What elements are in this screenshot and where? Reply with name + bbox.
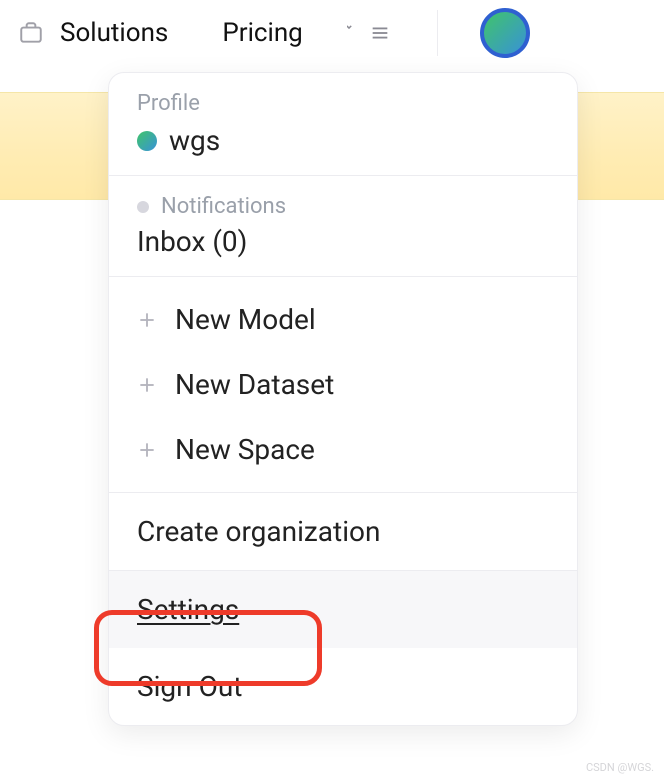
top-navbar: Solutions Pricing — [0, 0, 664, 66]
watermark: CSDN @WGS. — [586, 761, 654, 774]
inbox-label: Inbox — [137, 225, 205, 258]
divider — [437, 10, 438, 56]
settings-item[interactable]: Settings — [109, 571, 577, 648]
menu-item-label: New Space — [175, 433, 315, 466]
new-dataset-item[interactable]: New Dataset — [109, 352, 577, 417]
menu-item-label: Sign Out — [137, 670, 242, 703]
profile-section-label: Profile — [137, 91, 549, 116]
notifications-section-label: Notifications — [161, 194, 286, 219]
profile-link[interactable]: wgs — [137, 124, 549, 157]
nav-pricing[interactable]: Pricing — [216, 14, 308, 52]
user-dropdown: Profile wgs Notifications Inbox (0) — [108, 72, 578, 726]
plus-icon — [137, 440, 157, 460]
new-model-item[interactable]: New Model — [109, 287, 577, 352]
new-space-item[interactable]: New Space — [109, 417, 577, 482]
menu-item-label: New Dataset — [175, 368, 334, 401]
notification-dot-icon — [137, 201, 149, 213]
menu-item-label: Settings — [137, 593, 239, 626]
briefcase-icon — [18, 20, 44, 46]
create-new-list: New Model New Dataset New Space — [109, 277, 577, 492]
plus-icon — [137, 375, 157, 395]
create-organization-item[interactable]: Create organization — [109, 493, 577, 570]
inbox-link[interactable]: Inbox (0) — [137, 225, 549, 258]
menu-item-label: New Model — [175, 303, 316, 336]
sign-out-item[interactable]: Sign Out — [109, 648, 577, 725]
avatar-dot-icon — [137, 131, 157, 151]
hamburger-icon — [369, 22, 391, 44]
profile-username: wgs — [169, 124, 220, 157]
menu-trigger[interactable] — [347, 22, 391, 44]
plus-icon — [137, 310, 157, 330]
avatar[interactable] — [480, 8, 530, 58]
nav-solutions[interactable]: Solutions — [54, 14, 174, 52]
menu-item-label: Create organization — [137, 515, 380, 548]
inbox-count: 0 — [222, 225, 238, 258]
